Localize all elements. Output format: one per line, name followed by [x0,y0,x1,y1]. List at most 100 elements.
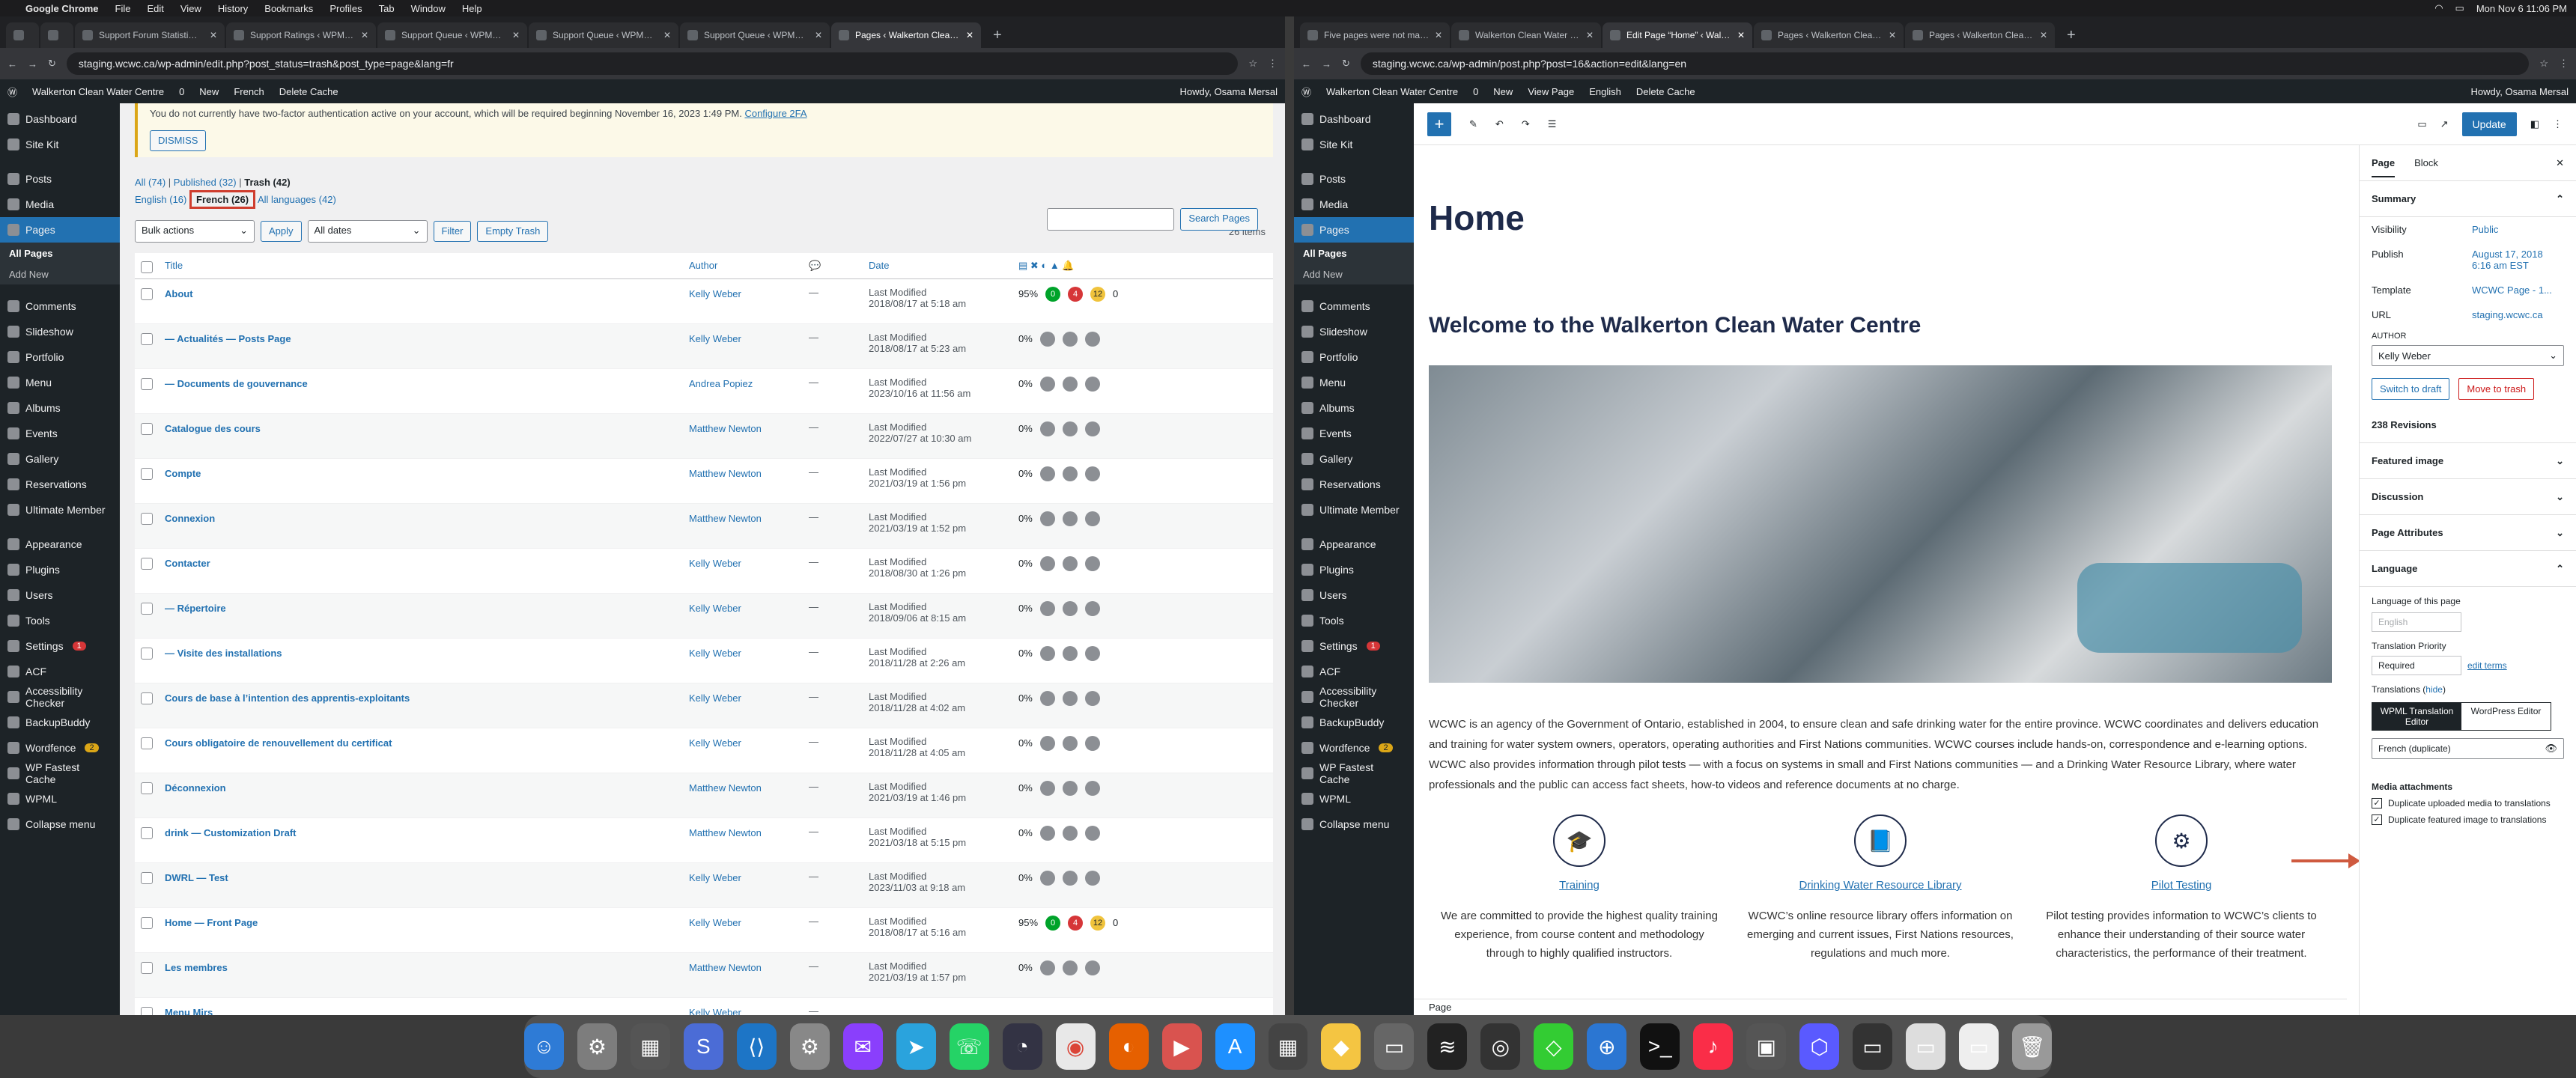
row-author-link[interactable]: Kelly Weber [689,648,741,659]
bookmark-star-icon[interactable]: ☆ [1248,58,1257,70]
row-title-link[interactable]: — Répertoire [165,603,226,614]
dismiss-button[interactable]: DISMISS [150,130,207,152]
redo-icon[interactable]: ↷ [1522,118,1530,130]
row-title-link[interactable]: Contacter [165,558,210,569]
menu-menu[interactable]: Menu [1294,370,1414,395]
menu-users[interactable]: Users [1294,582,1414,608]
calendar-icon[interactable]: ▦ [1268,1023,1308,1070]
whatsapp-icon[interactable]: ☏ [949,1023,989,1070]
row-title-link[interactable]: Déconnexion [165,782,226,794]
row-checkbox[interactable] [141,871,153,884]
row-checkbox[interactable] [141,692,153,704]
col-comments[interactable]: 💬 [803,253,863,279]
submenu-add-new[interactable]: Add New [1294,264,1414,284]
menu-appearance[interactable]: Appearance [1294,532,1414,557]
row-author-link[interactable]: Matthew Newton [689,827,762,838]
language-panel-header[interactable]: Language ⌃ [2360,551,2576,587]
column-text[interactable]: WCWC’s online resource library offers in… [1738,907,2023,963]
messenger-icon[interactable]: ✉ [842,1023,883,1070]
welcome-heading[interactable]: Welcome to the Walkerton Clean Water Cen… [1429,313,2332,338]
menu-tools[interactable]: Tools [1294,608,1414,633]
switch-to-draft-button[interactable]: Switch to draft [2372,378,2450,400]
firefox-icon[interactable]: ◐ [1108,1023,1149,1070]
adminbar-comments[interactable]: 0 [179,86,184,97]
app-icon[interactable]: ◆ [1321,1023,1361,1070]
adminbar-delete-cache[interactable]: Delete Cache [1636,86,1695,97]
table-row[interactable]: About Kelly Weber — Last Modified 2018/08/17… [135,278,1273,324]
menu-help[interactable]: Help [462,3,482,14]
configure-2fa-link[interactable]: Configure 2FA [744,108,806,119]
pilot-testing-link[interactable]: Pilot Testing [2039,879,2324,892]
menu-acf[interactable]: ACF [0,659,120,684]
tab[interactable]: Support Queue ‹ WPM… ✕ [529,22,678,48]
app-icon[interactable]: S [683,1023,723,1070]
safari-icon[interactable]: ⊕ [1587,1023,1627,1070]
move-to-trash-button[interactable]: Move to trash [2458,378,2535,400]
back-icon[interactable]: ← [7,58,17,70]
adminbar-site[interactable]: Walkerton Clean Water Centre [1326,86,1458,97]
search-pages-button[interactable]: Search Pages [1180,208,1258,231]
menu-wpml[interactable]: WPML [1294,786,1414,811]
podcasts-icon[interactable]: ◎ [1480,1023,1521,1070]
terminal-icon[interactable]: >_ [1640,1023,1680,1070]
empty-trash-button[interactable]: Empty Trash [477,220,549,243]
external-link-icon[interactable]: ↗ [2440,118,2449,130]
tab-active[interactable]: Edit Page “Home” ‹ Walkerto… ✕ [1603,22,1752,48]
column-text[interactable]: We are committed to provide the highest … [1437,907,1722,963]
trash-icon[interactable]: 🗑 [2012,1023,2053,1070]
settings-toggle-icon[interactable]: ◧ [2530,118,2539,130]
menu-users[interactable]: Users [0,582,120,608]
tab-block[interactable]: Block [2414,157,2438,168]
language-select[interactable]: English [2372,612,2461,632]
row-title-link[interactable]: Cours obligatoire de renouvellement du c… [165,737,392,749]
system-settings-icon[interactable]: ⚙ [577,1023,617,1070]
menu-site-kit[interactable]: Site Kit [1294,132,1414,157]
row-author-link[interactable]: Kelly Weber [689,872,741,883]
menu-wp-fastest-cache[interactable]: WP Fastest Cache [0,761,120,786]
row-author-link[interactable]: Kelly Weber [689,692,741,704]
tools-icon[interactable]: ✎ [1469,118,1477,130]
menu-file[interactable]: File [115,3,131,14]
menu-window[interactable]: Window [411,3,446,14]
menu-bookmarks[interactable]: Bookmarks [264,3,313,14]
telegram-icon[interactable]: ➤ [896,1023,936,1070]
menu-ultimate-member[interactable]: Ultimate Member [0,497,120,523]
row-checkbox[interactable] [141,916,153,929]
menu-accessibility-checker[interactable]: Accessibility Checker [0,684,120,710]
lang-all[interactable]: All languages (42) [258,194,336,205]
close-icon[interactable]: ✕ [1737,30,1745,40]
column-text[interactable]: Pilot testing provides information to WC… [2039,907,2324,963]
dup-media-checkbox[interactable]: ✓ Duplicate uploaded media to translation… [2372,798,2564,808]
menu-wp-fastest-cache[interactable]: WP Fastest Cache [1294,761,1414,786]
forward-icon[interactable]: → [28,58,37,70]
edit-terms-link[interactable]: edit terms [2467,660,2507,671]
wp-editor-option[interactable]: WordPress Editor [2461,703,2551,730]
address-bar[interactable]: staging.wcwc.ca/wp-admin/post.php?post=1… [1360,52,2530,75]
table-row[interactable]: — Visite des installations Kelly Weber — La… [135,638,1273,683]
table-row[interactable]: Les membres Matthew Newton — Last Modified 2… [135,952,1273,998]
col-author[interactable]: Author [683,253,803,279]
menu-comments[interactable]: Comments [1294,293,1414,319]
summary-panel-header[interactable]: Summary ⌃ [2360,181,2576,217]
search-input[interactable] [1047,208,1175,231]
tab[interactable]: Support Queue ‹ WPM… ✕ [680,22,830,48]
app-store-icon[interactable]: A [1215,1023,1255,1070]
preview-icon[interactable]: ▭ [2417,118,2426,130]
row-author-link[interactable]: Matthew Newton [689,782,762,794]
menu-collapse[interactable]: Collapse menu [0,811,120,837]
reload-icon[interactable]: ↻ [1342,58,1350,70]
row-author-link[interactable]: Matthew Newton [689,468,762,479]
row-checkbox[interactable] [141,602,153,615]
menu-reservations[interactable]: Reservations [1294,472,1414,497]
checkbox-icon[interactable]: ✓ [2372,814,2382,825]
menu-settings[interactable]: Settings 1 [1294,633,1414,659]
row-checkbox[interactable] [141,647,153,660]
row-author-link[interactable]: Matthew Newton [689,513,762,524]
template-value[interactable]: WCWC Page - 1... [2472,284,2564,296]
col-date[interactable]: Date [863,253,1012,279]
row-checkbox[interactable] [141,961,153,974]
row-checkbox[interactable] [141,1006,153,1015]
vscode-icon[interactable]: ⟨⟩ [736,1023,777,1070]
menu-portfolio[interactable]: Portfolio [0,344,120,370]
adminbar-comments[interactable]: 0 [1473,86,1478,97]
